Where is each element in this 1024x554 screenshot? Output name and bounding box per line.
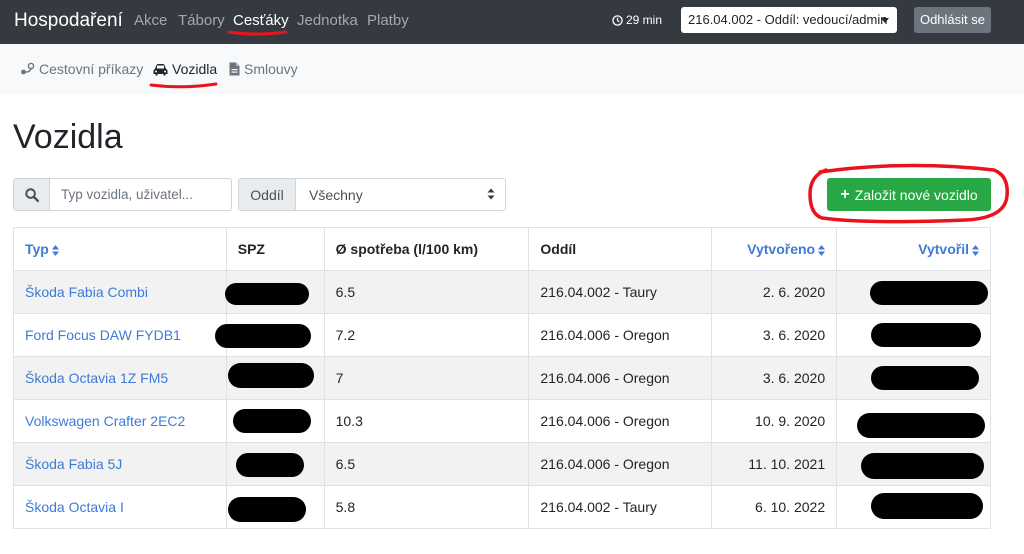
- document-icon: [229, 62, 240, 76]
- redaction-mark: [870, 281, 988, 305]
- brand[interactable]: Hospodaření: [14, 10, 123, 32]
- table-row: Škoda Fabia Combi 6.5 216.04.002 - Taury…: [13, 270, 991, 314]
- unit-filter[interactable]: Oddíl Všechny: [238, 178, 506, 211]
- table-header-row: Typ SPZ Ø spotřeba (l/100 km) Oddíl Vytv…: [13, 227, 991, 271]
- redaction-mark: [861, 453, 984, 479]
- sort-icon: [51, 244, 59, 256]
- vehicle-type-link[interactable]: Ford Focus DAW FYDB1: [13, 313, 227, 357]
- redaction-mark: [871, 366, 979, 390]
- unit-select-value: 216.04.002 - Oddíl: vedoucí/admin: [688, 12, 888, 27]
- created-cell: 10. 9. 2020: [711, 399, 838, 443]
- unit-cell: 216.04.002 - Taury: [528, 270, 713, 314]
- redaction-mark: [233, 409, 311, 433]
- consumption-cell: 10.3: [323, 399, 530, 443]
- redaction-mark: [871, 493, 983, 519]
- created-cell: 11. 10. 2021: [711, 442, 838, 486]
- consumption-cell: 5.8: [323, 485, 530, 529]
- consumption-cell: 6.5: [323, 442, 530, 486]
- redaction-mark: [225, 283, 309, 305]
- redaction-mark: [871, 323, 981, 347]
- vehicle-type-link[interactable]: Škoda Fabia Combi: [13, 270, 227, 314]
- logout-button[interactable]: Odhlásit se: [914, 7, 991, 33]
- filter-label: Oddíl: [239, 179, 296, 210]
- redaction-mark: [228, 363, 314, 388]
- column-header-created-by[interactable]: Vytvořil: [836, 227, 991, 271]
- vehicles-table: Typ SPZ Ø spotřeba (l/100 km) Oddíl Vytv…: [13, 227, 991, 529]
- vehicle-type-link[interactable]: Škoda Octavia I: [13, 485, 227, 529]
- car-icon: [153, 63, 168, 75]
- search-input[interactable]: [51, 179, 231, 210]
- subnav-label: Cestovní příkazy: [39, 61, 144, 77]
- column-header-consumption: Ø spotřeba (l/100 km): [323, 227, 530, 271]
- nav-item-cestaky[interactable]: Cesťáky: [233, 12, 289, 29]
- sort-icon: [972, 244, 979, 256]
- table-row: Škoda Octavia I 5.8 216.04.002 - Taury 6…: [13, 485, 991, 529]
- vehicle-type-link[interactable]: Škoda Fabia 5J: [13, 442, 227, 486]
- subnav-item-vozidla[interactable]: Vozidla: [153, 61, 217, 77]
- column-header-unit: Oddíl: [528, 227, 713, 271]
- search-group: [13, 178, 232, 211]
- subnav-item-smlouvy[interactable]: Smlouvy: [229, 61, 298, 77]
- nav-item-jednotka[interactable]: Jednotka: [297, 12, 358, 29]
- redaction-mark: [236, 453, 304, 477]
- search-icon: [24, 187, 39, 202]
- subnav-label: Smlouvy: [244, 61, 298, 77]
- sort-icon: [818, 244, 826, 256]
- created-cell: 6. 10. 2022: [711, 485, 838, 529]
- consumption-cell: 7: [323, 356, 530, 400]
- consumption-cell: 7.2: [323, 313, 530, 357]
- unit-cell: 216.04.006 - Oregon: [528, 356, 713, 400]
- redaction-mark: [215, 324, 311, 348]
- vehicle-type-link[interactable]: Volkswagen Crafter 2EC2: [13, 399, 227, 443]
- create-vehicle-button[interactable]: + Založit nové vozidlo: [827, 178, 991, 211]
- table-row: Škoda Octavia 1Z FM5 7 216.04.006 - Oreg…: [13, 356, 991, 400]
- caret-down-icon: [881, 18, 889, 23]
- clock-icon: [612, 14, 623, 26]
- redaction-mark: [228, 497, 306, 522]
- column-header-type[interactable]: Typ: [13, 227, 227, 271]
- redaction-mark: [857, 413, 985, 438]
- unit-cell: 216.04.006 - Oregon: [528, 442, 713, 486]
- session-timer: 29 min: [612, 13, 662, 27]
- table-row: Ford Focus DAW FYDB1 7.2 216.04.006 - Or…: [13, 313, 991, 357]
- plus-icon: +: [840, 185, 850, 203]
- table-row: Škoda Fabia 5J 6.5 216.04.006 - Oregon 1…: [13, 442, 991, 486]
- nav-item-platby[interactable]: Platby: [367, 12, 409, 29]
- consumption-cell: 6.5: [323, 270, 530, 314]
- page-title: Vozidla: [13, 118, 123, 156]
- vehicle-type-link[interactable]: Škoda Octavia 1Z FM5: [13, 356, 227, 400]
- created-cell: 2. 6. 2020: [711, 270, 838, 314]
- table-row: Volkswagen Crafter 2EC2 10.3 216.04.006 …: [13, 399, 991, 443]
- created-cell: 3. 6. 2020: [711, 356, 838, 400]
- nav-item-tabory[interactable]: Tábory: [178, 12, 225, 29]
- unit-cell: 216.04.002 - Taury: [528, 485, 713, 529]
- filter-value: Všechny: [309, 187, 363, 203]
- subnav-label: Vozidla: [172, 61, 218, 77]
- column-header-created[interactable]: Vytvořeno: [711, 227, 838, 271]
- sub-navbar: Cestovní příkazy Vozidla Smlouvy: [0, 44, 1024, 94]
- top-navbar: Hospodaření Akce Tábory Cesťáky Jednotka…: [0, 0, 1024, 44]
- created-cell: 3. 6. 2020: [711, 313, 838, 357]
- route-icon: [21, 62, 35, 75]
- nav-item-akce[interactable]: Akce: [134, 12, 167, 29]
- unit-cell: 216.04.006 - Oregon: [528, 313, 713, 357]
- create-vehicle-label: Založit nové vozidlo: [854, 186, 978, 203]
- search-addon: [14, 179, 50, 210]
- column-header-spz: SPZ: [225, 227, 325, 271]
- unit-cell: 216.04.006 - Oregon: [528, 399, 713, 443]
- unit-select[interactable]: 216.04.002 - Oddíl: vedoucí/admin: [681, 7, 897, 33]
- timer-value: 29 min: [626, 13, 663, 27]
- subnav-item-cestovni-prikazy[interactable]: Cestovní příkazy: [20, 61, 143, 77]
- select-arrows-icon: [487, 188, 495, 200]
